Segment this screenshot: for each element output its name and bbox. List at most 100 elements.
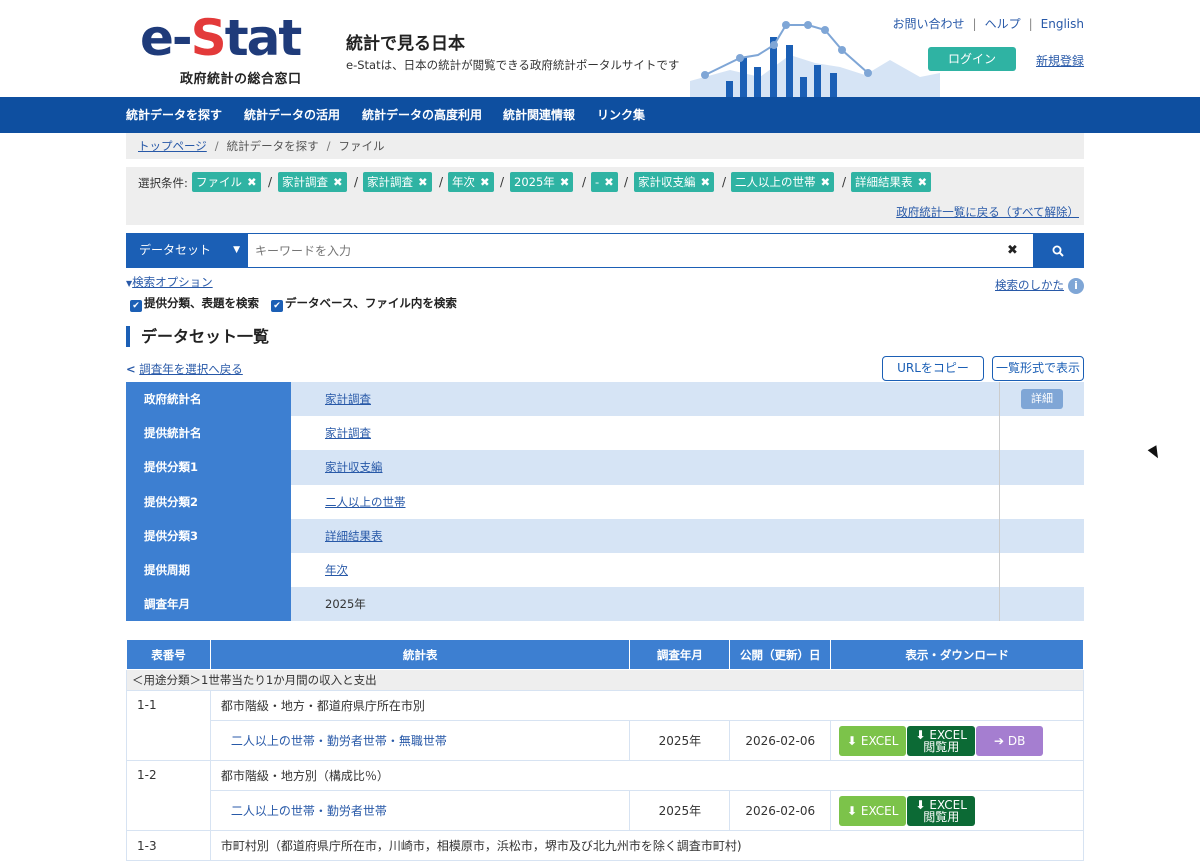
col-header-number: 表番号: [126, 639, 211, 670]
checkbox-checked-icon[interactable]: ✔: [271, 300, 283, 312]
info-icon[interactable]: i: [1068, 277, 1084, 294]
checkbox-search-database[interactable]: ✔ データベース、ファイル内を検索: [271, 295, 457, 312]
register-link[interactable]: 新規登録: [1036, 52, 1084, 69]
checkbox-search-classification[interactable]: ✔ 提供分類、表題を検索: [130, 295, 259, 312]
condition-chip[interactable]: 2025年 ✖: [510, 172, 574, 192]
condition-chip[interactable]: 家計調査 ✖: [363, 172, 432, 192]
list-view-button[interactable]: 一覧形式で表示: [992, 356, 1084, 381]
nav-item-links[interactable]: リンク集: [597, 97, 645, 133]
remove-icon[interactable]: ✖: [480, 175, 490, 189]
info-value-link[interactable]: 詳細結果表: [325, 528, 383, 544]
info-key: 調査年月: [126, 587, 291, 622]
info-row: 提供統計名 家計調査: [126, 416, 1084, 451]
remove-icon[interactable]: ✖: [418, 175, 428, 189]
table-row: 二人以上の世帯・勤労者世帯・無職世帯 2025年 2026-02-06 ⬇ EX…: [127, 720, 1084, 761]
search-scope-select[interactable]: データセット ▼: [127, 234, 248, 267]
info-value-link[interactable]: 二人以上の世帯: [325, 494, 406, 510]
logo-subtitle: 政府統計の総合窓口: [180, 72, 302, 87]
info-row: 提供分類2 二人以上の世帯: [126, 484, 1084, 519]
table-number: 1-3: [126, 830, 211, 861]
excel-view-download-button[interactable]: ⬇ EXCEL 閲覧用: [907, 725, 976, 756]
group-title: 都市階級・地方別（構成比％）: [209, 760, 1085, 791]
group-title: 都市階級・地方・都道府県庁所在市別: [209, 690, 1085, 721]
info-value-link[interactable]: 家計調査: [325, 425, 371, 441]
col-header-published: 公開（更新）日: [729, 639, 832, 670]
search-howto-link[interactable]: 検索のしかた: [995, 278, 1064, 292]
keyword-search-input[interactable]: [255, 234, 995, 267]
search-options: ▼検索オプション: [126, 274, 213, 290]
condition-chip[interactable]: ファイル ✖: [192, 172, 261, 192]
info-row: 調査年月 2025年: [126, 587, 1084, 622]
nav-item-related-info[interactable]: 統計関連情報: [503, 97, 575, 133]
condition-chip[interactable]: - ✖: [591, 172, 618, 192]
info-key: 提供周期: [126, 552, 291, 588]
remove-icon[interactable]: ✖: [918, 175, 928, 189]
copy-url-button[interactable]: URLをコピー: [882, 356, 984, 381]
info-key: 政府統計名: [126, 382, 291, 417]
remove-icon[interactable]: ✖: [701, 175, 711, 189]
table-number: 1-1: [126, 690, 211, 761]
db-button[interactable]: ➔ DB: [976, 725, 1044, 756]
search-options-toggle[interactable]: 検索オプション: [132, 275, 213, 289]
login-button[interactable]: ログイン: [928, 47, 1016, 71]
condition-chip[interactable]: 家計調査 ✖: [278, 172, 347, 192]
info-value-link[interactable]: 家計調査: [325, 391, 371, 407]
site-description: e-Statは、日本の統計が閲覧できる政府統計ポータルサイトです: [346, 58, 680, 72]
stat-table-link[interactable]: 二人以上の世帯・勤労者世帯・無職世帯: [209, 720, 631, 761]
info-row: 政府統計名 家計調査 詳細: [126, 382, 1084, 417]
search-icon: [1052, 245, 1064, 257]
nav-item-search-data[interactable]: 統計データを探す: [126, 97, 222, 133]
condition-chip[interactable]: 二人以上の世帯 ✖: [731, 172, 835, 192]
info-key: 提供分類2: [126, 484, 291, 519]
breadcrumb-top[interactable]: トップページ: [138, 139, 207, 153]
remove-icon[interactable]: ✖: [821, 175, 831, 189]
stat-table-link[interactable]: 二人以上の世帯・勤労者世帯: [209, 790, 631, 831]
table-number: 1-2: [126, 760, 211, 831]
contact-link[interactable]: お問い合わせ: [893, 17, 965, 31]
logo-wordmark: e-Stat: [140, 9, 302, 67]
search-button[interactable]: [1033, 234, 1083, 267]
publish-date: 2026-02-06: [729, 790, 832, 831]
clear-all-conditions-link[interactable]: 政府統計一覧に戻る（すべて解除）: [896, 204, 1079, 220]
info-row: 提供周期 年次: [126, 552, 1084, 588]
site-title: 統計で見る日本: [346, 34, 465, 54]
detail-button[interactable]: 詳細: [1021, 389, 1063, 409]
mouse-cursor-icon: [1147, 445, 1163, 461]
col-header-survey-month: 調査年月: [629, 639, 731, 670]
info-value-link[interactable]: 家計収支編: [325, 459, 383, 475]
condition-chip[interactable]: 詳細結果表 ✖: [851, 172, 932, 192]
stat-table-list: 表番号 統計表 調査年月 公開（更新）日 表示・ダウンロード ＜用途分類＞1世帯…: [126, 639, 1085, 861]
download-icon: ⬇: [846, 733, 858, 748]
excel-download-button[interactable]: ⬇ EXCEL: [839, 795, 907, 826]
estat-logo[interactable]: e-Stat 政府統計の総合窓口: [140, 9, 310, 87]
survey-month: 2025年: [629, 720, 731, 761]
table-row: 二人以上の世帯・勤労者世帯 2025年 2026-02-06 ⬇ EXCEL ⬇ …: [127, 790, 1084, 831]
info-value-link[interactable]: 年次: [325, 562, 348, 578]
condition-chip[interactable]: 家計収支編 ✖: [634, 172, 715, 192]
excel-download-button[interactable]: ⬇ EXCEL: [839, 725, 907, 756]
site-header: e-Stat 政府統計の総合窓口 統計で見る日本 e-Statは、日本の統計が閲…: [0, 0, 1200, 97]
back-to-year-link[interactable]: 調査年を選択へ戻る: [139, 362, 243, 376]
breadcrumb-current: ファイル: [338, 139, 385, 153]
search-help: 検索のしかた i: [995, 277, 1084, 294]
english-link[interactable]: English: [1041, 17, 1084, 31]
nav-item-use-data[interactable]: 統計データの活用: [244, 97, 340, 133]
help-link[interactable]: ヘルプ: [985, 17, 1021, 31]
category-row: ＜用途分類＞1世帯当たり1か月間の収入と支出: [126, 669, 1084, 691]
remove-icon[interactable]: ✖: [247, 175, 257, 189]
remove-icon[interactable]: ✖: [604, 175, 614, 189]
remove-icon[interactable]: ✖: [560, 175, 570, 189]
excel-view-download-button[interactable]: ⬇ EXCEL 閲覧用: [907, 795, 976, 826]
checkbox-checked-icon[interactable]: ✔: [130, 300, 142, 312]
info-key: 提供分類1: [126, 450, 291, 485]
selected-conditions: 選択条件: ファイル ✖ / 家計調査 ✖ / 家計調査 ✖ / 年次 ✖ / 2025…: [126, 167, 1084, 225]
nav-item-advanced-use[interactable]: 統計データの高度利用: [362, 97, 482, 133]
header-links: お問い合わせ | ヘルプ | English: [892, 17, 1084, 31]
condition-chip[interactable]: 年次 ✖: [448, 172, 494, 192]
info-value: 2025年: [325, 597, 366, 612]
breadcrumb-search: 統計データを探す: [226, 139, 319, 153]
info-row: 提供分類1 家計収支編: [126, 450, 1084, 485]
clear-icon[interactable]: ✖: [1007, 234, 1018, 267]
remove-icon[interactable]: ✖: [333, 175, 343, 189]
group-title: 市町村別（都道府県庁所在市，川崎市，相模原市，浜松市，堺市及び北九州市を除く調査…: [209, 830, 1085, 861]
